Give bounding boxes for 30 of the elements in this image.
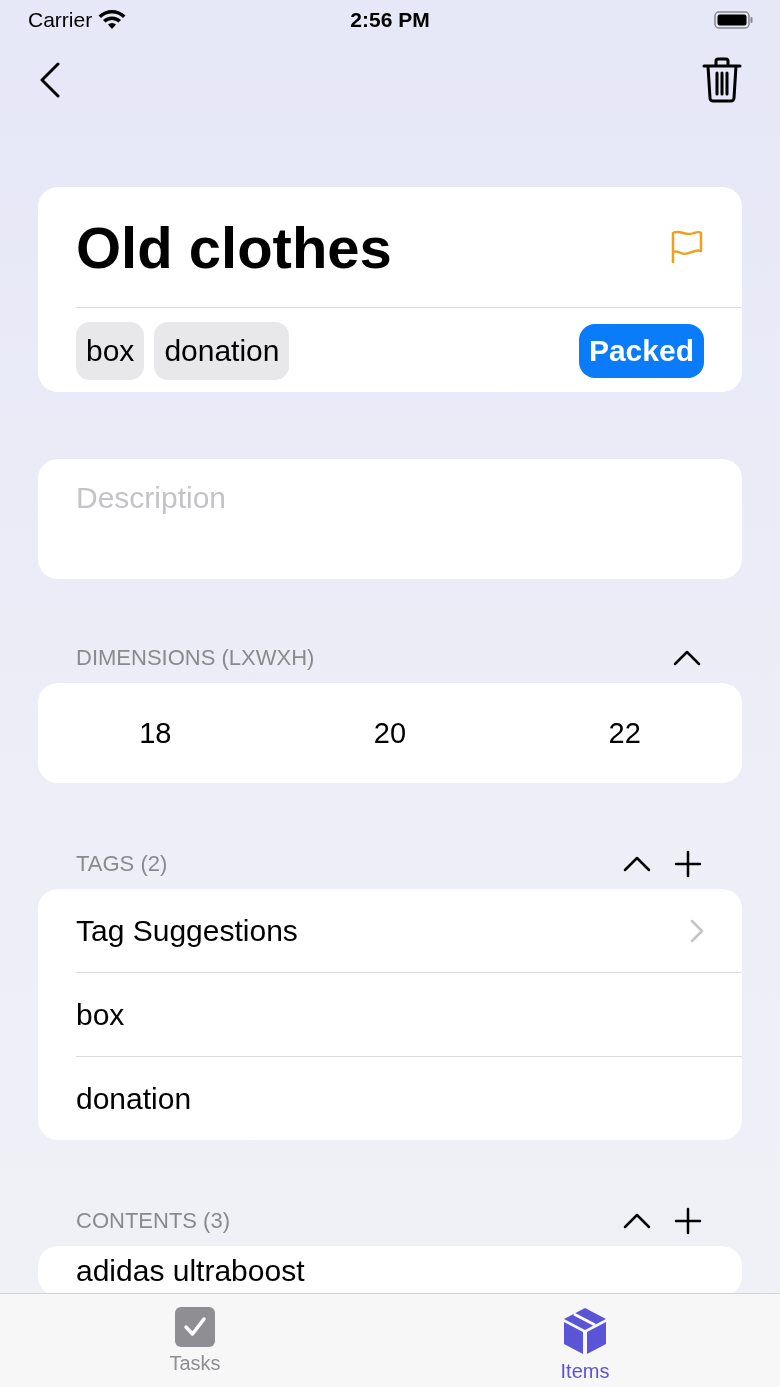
- trash-button[interactable]: [702, 57, 742, 103]
- section-header: DIMENSIONS (LXWXH): [76, 645, 315, 671]
- add-icon[interactable]: [674, 850, 702, 878]
- dimension-value[interactable]: 18: [135, 716, 176, 750]
- back-button[interactable]: [38, 62, 62, 98]
- item-title: Old clothes: [76, 213, 392, 281]
- chevron-icon[interactable]: [622, 855, 652, 873]
- list-row[interactable]: donation: [76, 1057, 742, 1140]
- chevron-icon[interactable]: [622, 1212, 652, 1230]
- chevron-icon: [690, 918, 704, 943]
- description-field[interactable]: Description: [38, 459, 742, 579]
- tab-item[interactable]: Items: [390, 1294, 780, 1387]
- status-badge[interactable]: Packed: [578, 324, 704, 378]
- list-row[interactable]: Tag Suggestions: [76, 889, 742, 973]
- section-header: CONTENTS (3): [76, 1208, 230, 1234]
- section-header: TAGS (2): [76, 851, 168, 877]
- dimension-value[interactable]: 20: [369, 716, 411, 750]
- list-row[interactable]: adidas ultraboost: [76, 1246, 742, 1296]
- list-row[interactable]: box: [76, 973, 742, 1057]
- checkbox-icon: [174, 1306, 216, 1348]
- box-icon: [562, 1306, 608, 1356]
- tag-chip[interactable]: box: [76, 322, 145, 380]
- clock-time: 2:56 PM: [350, 8, 430, 32]
- battery-icon: [714, 10, 754, 30]
- chevron-icon[interactable]: [672, 649, 702, 667]
- dimension-value[interactable]: 22: [604, 716, 645, 750]
- wifi-icon: [98, 10, 127, 30]
- carrier-label: Carrier: [28, 8, 93, 32]
- tag-chip[interactable]: donation: [154, 322, 290, 380]
- add-icon[interactable]: [674, 1207, 702, 1235]
